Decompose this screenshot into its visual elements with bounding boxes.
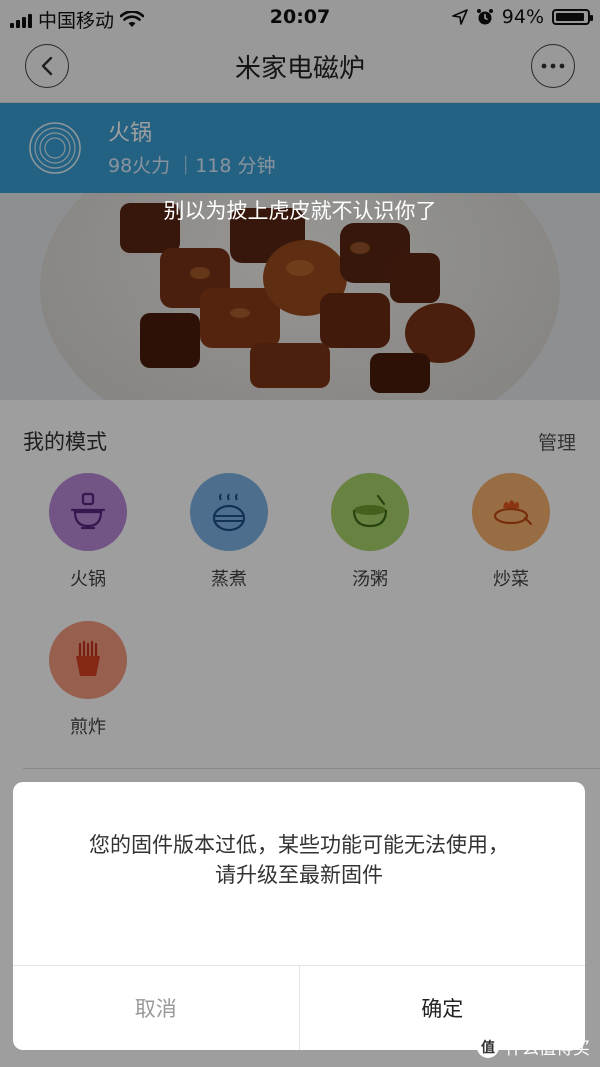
dialog-message-line1: 您的固件版本过低，某些功能可能无法使用， <box>89 833 509 857</box>
dialog-message-line2: 请升级至最新固件 <box>215 863 383 887</box>
watermark: 值 什么值得买 <box>477 1034 590 1059</box>
watermark-text: 什么值得买 <box>505 1039 590 1059</box>
dialog-message: 您的固件版本过低，某些功能可能无法使用， 请升级至最新固件 <box>33 830 565 890</box>
hero-caption: 别以为披上虎皮就不认识你了 <box>163 199 437 223</box>
watermark-badge: 值 <box>477 1035 499 1058</box>
firmware-alert-dialog: 您的固件版本过低，某些功能可能无法使用， 请升级至最新固件 取消 确定 <box>13 782 585 1050</box>
cancel-button[interactable]: 取消 <box>13 966 300 1050</box>
